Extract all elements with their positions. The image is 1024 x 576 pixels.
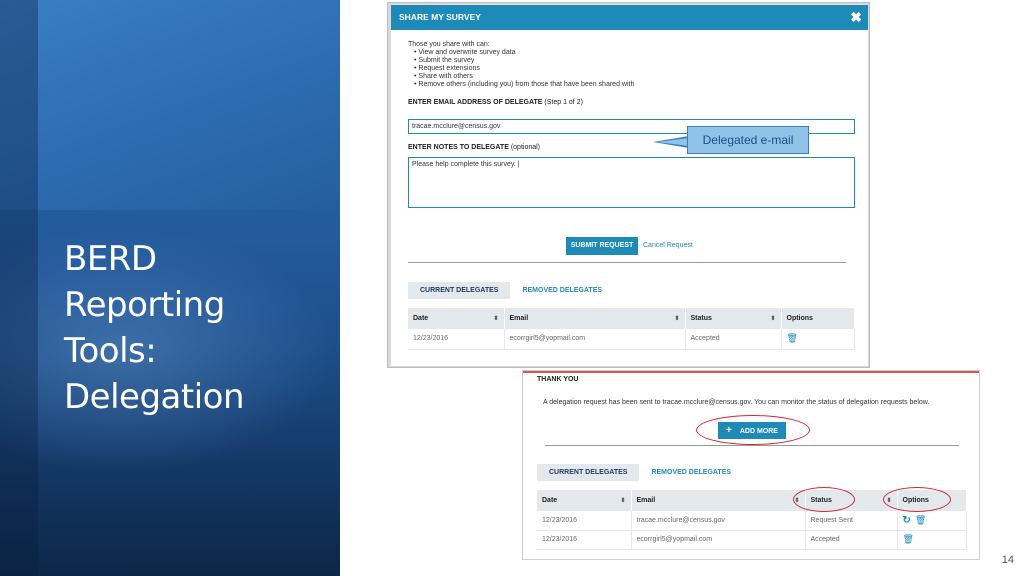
cell-options: 🗑 [897, 530, 967, 550]
notes-field-label: ENTER NOTES TO DELEGATE (optional) [408, 144, 540, 151]
cell-date: 12/23/2016 [408, 329, 505, 350]
slide-title-line: Delegation [64, 377, 245, 417]
trash-icon[interactable]: 🗑 [787, 333, 798, 343]
sort-icon[interactable]: ⬍ [674, 315, 679, 322]
sort-icon[interactable]: ⬍ [620, 497, 625, 504]
delegates-table: Date ⬍ Email ⬍ Status ⬍ Options 12/23/2016 … [537, 490, 967, 550]
email-label-hint: (Step 1 of 2) [544, 99, 583, 106]
table-row: 12/23/2016 tracae.mcclure@census.gov Req… [537, 511, 967, 531]
sort-icon[interactable]: ⬍ [794, 497, 799, 504]
list-item: Submit the survey [414, 57, 634, 65]
delegate-tabs: CURRENT DELEGATES REMOVED DELEGATES [408, 282, 614, 299]
submit-request-button[interactable]: SUBMIT REQUEST [566, 237, 638, 255]
tab-current-delegates[interactable]: CURRENT DELEGATES [537, 464, 640, 481]
thank-you-screenshot: THANK YOU A delegation request has been … [522, 370, 980, 560]
slide-title-line: BERD [64, 239, 157, 279]
trash-icon[interactable]: 🗑 [915, 515, 926, 525]
close-icon[interactable]: ✖ [850, 5, 862, 30]
sort-icon[interactable]: ⬍ [493, 315, 498, 322]
cell-email: ecorrgirl5@yopmail.com [631, 530, 806, 550]
permissions-list: View and overwrite survey data Submit th… [414, 49, 634, 89]
slide-title-line: Tools: [64, 331, 157, 371]
slide-title: BERD Reporting Tools: Delegation [64, 236, 324, 420]
column-header-date[interactable]: Date ⬍ [537, 490, 632, 511]
table-header-row: Date ⬍ Email ⬍ Status ⬍ Options [537, 490, 967, 511]
tab-removed-delegates[interactable]: REMOVED DELEGATES [510, 282, 614, 299]
thank-you-title: THANK YOU [537, 376, 579, 383]
cell-options: ↻ 🗑 [897, 511, 967, 531]
permissions-heading: Those you share with can: [408, 41, 490, 48]
dialog-header: SHARE MY SURVEY ✖ [391, 5, 868, 30]
title-panel: BERD Reporting Tools: Delegation [0, 0, 340, 576]
cell-status: Accepted [805, 530, 898, 550]
list-item: View and overwrite survey data [414, 49, 634, 57]
delegated-email-callout: Delegated e-mail [687, 126, 809, 154]
list-item: Request extensions [414, 65, 634, 73]
column-header-email[interactable]: Email ⬍ [631, 490, 806, 511]
cell-options: 🗑 [781, 329, 855, 350]
trash-icon[interactable]: 🗑 [903, 534, 914, 544]
notes-label-text: ENTER NOTES TO DELEGATE [408, 144, 509, 151]
title-panel-stripe [0, 0, 38, 576]
permissions-intro: Those you share with can: View and overw… [408, 41, 634, 89]
cancel-request-link[interactable]: Cancel Request [643, 242, 693, 249]
cell-status: Request Sent [805, 511, 898, 531]
list-item: Remove others (including you) from those… [414, 81, 634, 89]
cell-email: tracae.mcclure@census.gov [631, 511, 806, 531]
column-header-options: Options [781, 308, 855, 329]
panel-top-border [523, 371, 979, 373]
plus-icon: + [726, 425, 732, 436]
section-divider [545, 445, 959, 446]
dialog-title: SHARE MY SURVEY [399, 12, 481, 22]
tab-current-delegates[interactable]: CURRENT DELEGATES [408, 282, 511, 299]
column-header-date[interactable]: Date ⬍ [408, 308, 505, 329]
callout-pointer-fill [657, 138, 689, 146]
column-header-status[interactable]: Status ⬍ [685, 308, 782, 329]
column-header-email[interactable]: Email ⬍ [504, 308, 686, 329]
delegate-tabs: CURRENT DELEGATES REMOVED DELEGATES [537, 464, 743, 481]
section-divider [408, 262, 846, 263]
email-field-label: ENTER EMAIL ADDRESS OF DELEGATE (Step 1 … [408, 99, 583, 106]
table-row: 12/23/2016 ecorrgirl5@yopmail.com Accept… [537, 530, 967, 550]
cell-date: 12/23/2016 [537, 530, 632, 550]
table-header-row: Date ⬍ Email ⬍ Status ⬍ Options [408, 308, 855, 329]
tab-removed-delegates[interactable]: REMOVED DELEGATES [639, 464, 743, 481]
page-number: 14 [1001, 554, 1014, 566]
table-row: 12/23/2016 ecorrgirl5@yopmail.com Accept… [408, 329, 855, 350]
cell-status: Accepted [685, 329, 782, 350]
delegates-table: Date ⬍ Email ⬍ Status ⬍ Options 12/23/2016 … [408, 308, 855, 350]
column-header-options: Options [897, 490, 967, 511]
share-survey-screenshot: SHARE MY SURVEY ✖ Those you share with c… [387, 2, 870, 368]
slide-title-line: Reporting [64, 285, 225, 325]
email-label-text: ENTER EMAIL ADDRESS OF DELEGATE [408, 99, 543, 106]
cell-date: 12/23/2016 [537, 511, 632, 531]
confirmation-message: A delegation request has been sent to tr… [543, 399, 930, 406]
delegate-notes-input[interactable]: Please help complete this survey. | [408, 157, 855, 208]
share-survey-dialog: SHARE MY SURVEY ✖ Those you share with c… [391, 5, 868, 366]
cell-email: ecorrgirl5@yopmail.com [504, 329, 686, 350]
add-more-label: ADD MORE [739, 428, 778, 435]
column-header-status[interactable]: Status ⬍ [805, 490, 898, 511]
title-panel-band [0, 0, 340, 210]
sort-icon[interactable]: ⬍ [770, 315, 775, 322]
add-more-button[interactable]: + ADD MORE [718, 422, 786, 439]
sort-icon[interactable]: ⬍ [886, 497, 891, 504]
notes-label-hint: (optional) [510, 144, 541, 151]
refresh-icon[interactable]: ↻ [903, 515, 911, 526]
list-item: Share with others [414, 73, 634, 81]
